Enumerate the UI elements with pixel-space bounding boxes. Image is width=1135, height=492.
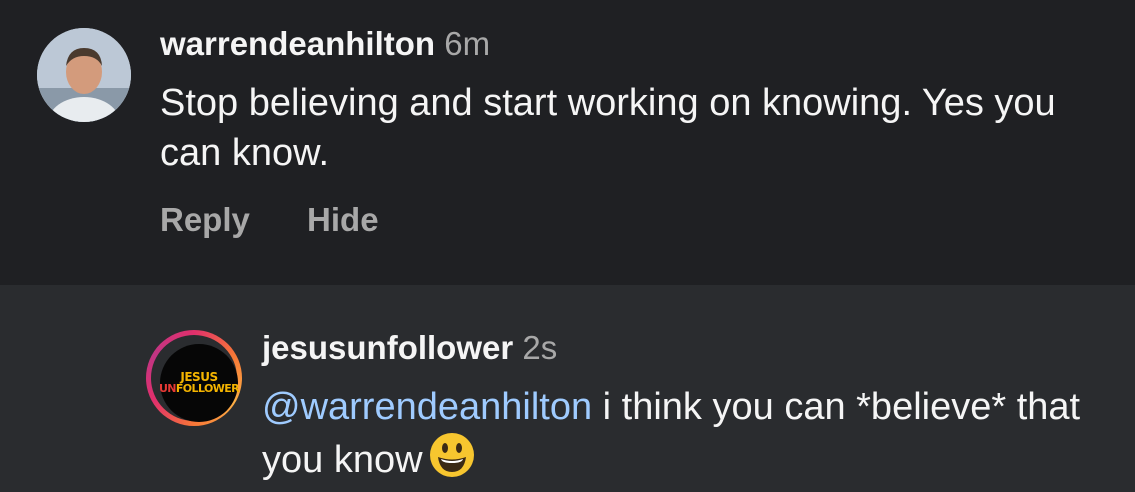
logo-line-2: UNFOLLOWER — [158, 382, 240, 395]
profile-photo-icon — [37, 28, 131, 122]
comment-timestamp: 6m — [444, 25, 491, 62]
logo-line-2-prefix: UN — [158, 382, 177, 395]
reply-button[interactable]: Reply — [160, 201, 250, 238]
comment-username[interactable]: warrendeanhilton — [160, 25, 435, 62]
reply-username[interactable]: jesusunfollower — [262, 329, 513, 366]
comment-text: Stop believing and start working on know… — [160, 82, 1056, 174]
reply-text: @warrendeanhilton i think you can *belie… — [262, 382, 1122, 485]
reply-timestamp: 2s — [522, 329, 558, 366]
jesus-unfollower-logo: JESUS UNFOLLOWER — [158, 344, 240, 422]
hide-button[interactable]: Hide — [307, 201, 379, 238]
reply-header: jesusunfollower 2s — [262, 328, 557, 368]
mention-link[interactable]: @warrendeanhilton — [262, 386, 592, 428]
comment-header: warrendeanhilton 6m — [160, 24, 490, 64]
reply-avatar[interactable]: JESUS UNFOLLOWER — [146, 330, 242, 426]
comment: warrendeanhilton 6m Stop believing and s… — [0, 0, 1135, 285]
comment-actions: Reply Hide — [160, 200, 379, 240]
logo-line-2-suffix: FOLLOWER — [175, 382, 240, 395]
user-avatar[interactable] — [37, 28, 131, 122]
grinning-face-emoji-icon — [429, 433, 474, 477]
avatar-ring-gap: JESUS UNFOLLOWER — [151, 335, 240, 422]
